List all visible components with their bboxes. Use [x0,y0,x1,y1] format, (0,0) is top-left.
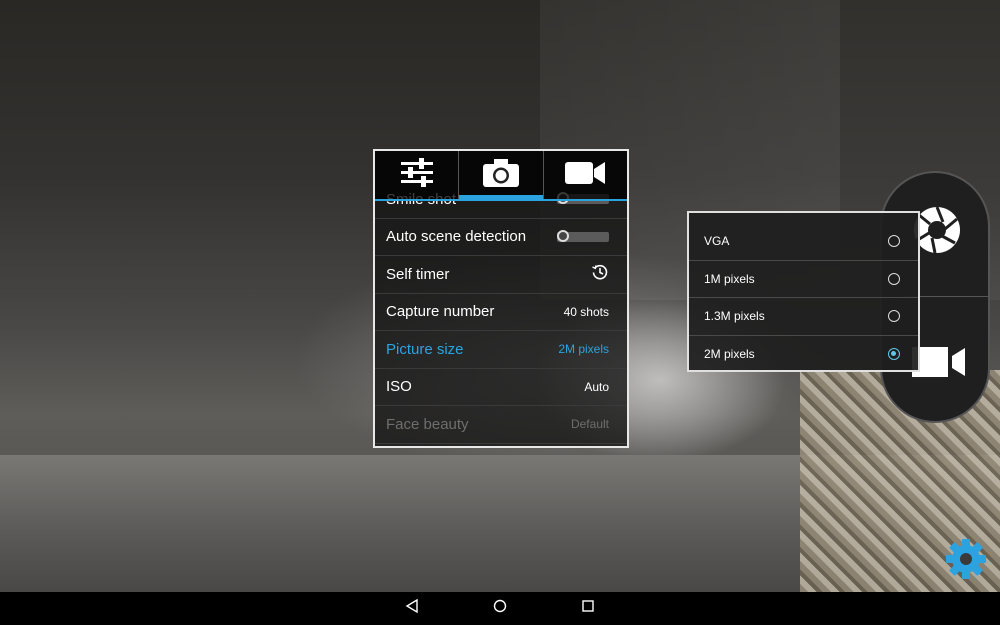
option-label: 1.3M pixels [704,309,765,324]
video-camera-icon [912,347,968,383]
settings-list: Smile shot Auto scene detection Self tim… [375,181,627,444]
picture-size-option-1-3m[interactable]: 1.3M pixels [689,298,918,336]
auto-scene-toggle[interactable] [557,229,609,242]
picture-size-option-vga[interactable]: VGA [689,223,918,261]
sliders-icon [399,156,435,195]
setting-label: ISO [386,378,412,396]
setting-label: Auto scene detection [386,228,527,246]
camera-settings-panel: Smile shot Auto scene detection Self tim… [373,149,629,448]
home-icon [493,599,507,618]
setting-row-self-timer[interactable]: Self timer [375,256,627,294]
setting-row-iso[interactable]: ISO Auto [375,369,627,406]
setting-row-auto-scene-detection[interactable]: Auto scene detection [375,219,627,256]
nav-back-button[interactable] [404,598,420,618]
setting-value: Auto [584,379,609,394]
picture-size-option-2m[interactable]: 2M pixels [689,336,918,374]
setting-value: Default [570,417,609,432]
picture-size-option-1m[interactable]: 1M pixels [689,261,918,298]
setting-row-face-beauty: Face beauty Default [375,406,627,444]
radio-button[interactable] [888,310,900,323]
back-icon [405,598,419,618]
radio-button[interactable] [888,272,900,285]
nav-recent-apps-button[interactable] [580,599,596,618]
setting-label: Face beauty [386,415,469,433]
setting-label: Capture number [386,303,495,321]
timer-icon [591,263,609,286]
settings-button[interactable] [945,538,987,580]
setting-row-picture-size[interactable]: Picture size 2M pixels [375,331,627,369]
video-camera-icon [563,159,607,192]
radio-button-selected[interactable] [888,348,900,361]
tab-video-settings[interactable] [542,151,627,199]
recent-apps-icon [581,599,595,618]
setting-label: Picture size [386,340,464,358]
settings-tabs [375,151,627,201]
setting-row-capture-number[interactable]: Capture number 40 shots [375,294,627,331]
picture-size-popup: VGA 1M pixels 1.3M pixels 2M pixels [687,211,920,372]
nav-home-button[interactable] [492,599,508,618]
option-label: 1M pixels [704,271,755,286]
video-record-button[interactable] [912,345,968,379]
tab-camera-settings[interactable] [458,151,543,199]
option-label: VGA [704,234,730,249]
option-label: 2M pixels [704,347,755,362]
setting-value: 40 shots [563,304,609,319]
setting-label: Self timer [386,265,450,283]
gear-icon [945,539,987,584]
system-navigation-bar [0,592,1000,625]
camera-icon [481,157,521,194]
tab-general-settings[interactable] [375,151,458,199]
setting-value: 2M pixels [558,342,609,357]
radio-button[interactable] [888,235,900,248]
